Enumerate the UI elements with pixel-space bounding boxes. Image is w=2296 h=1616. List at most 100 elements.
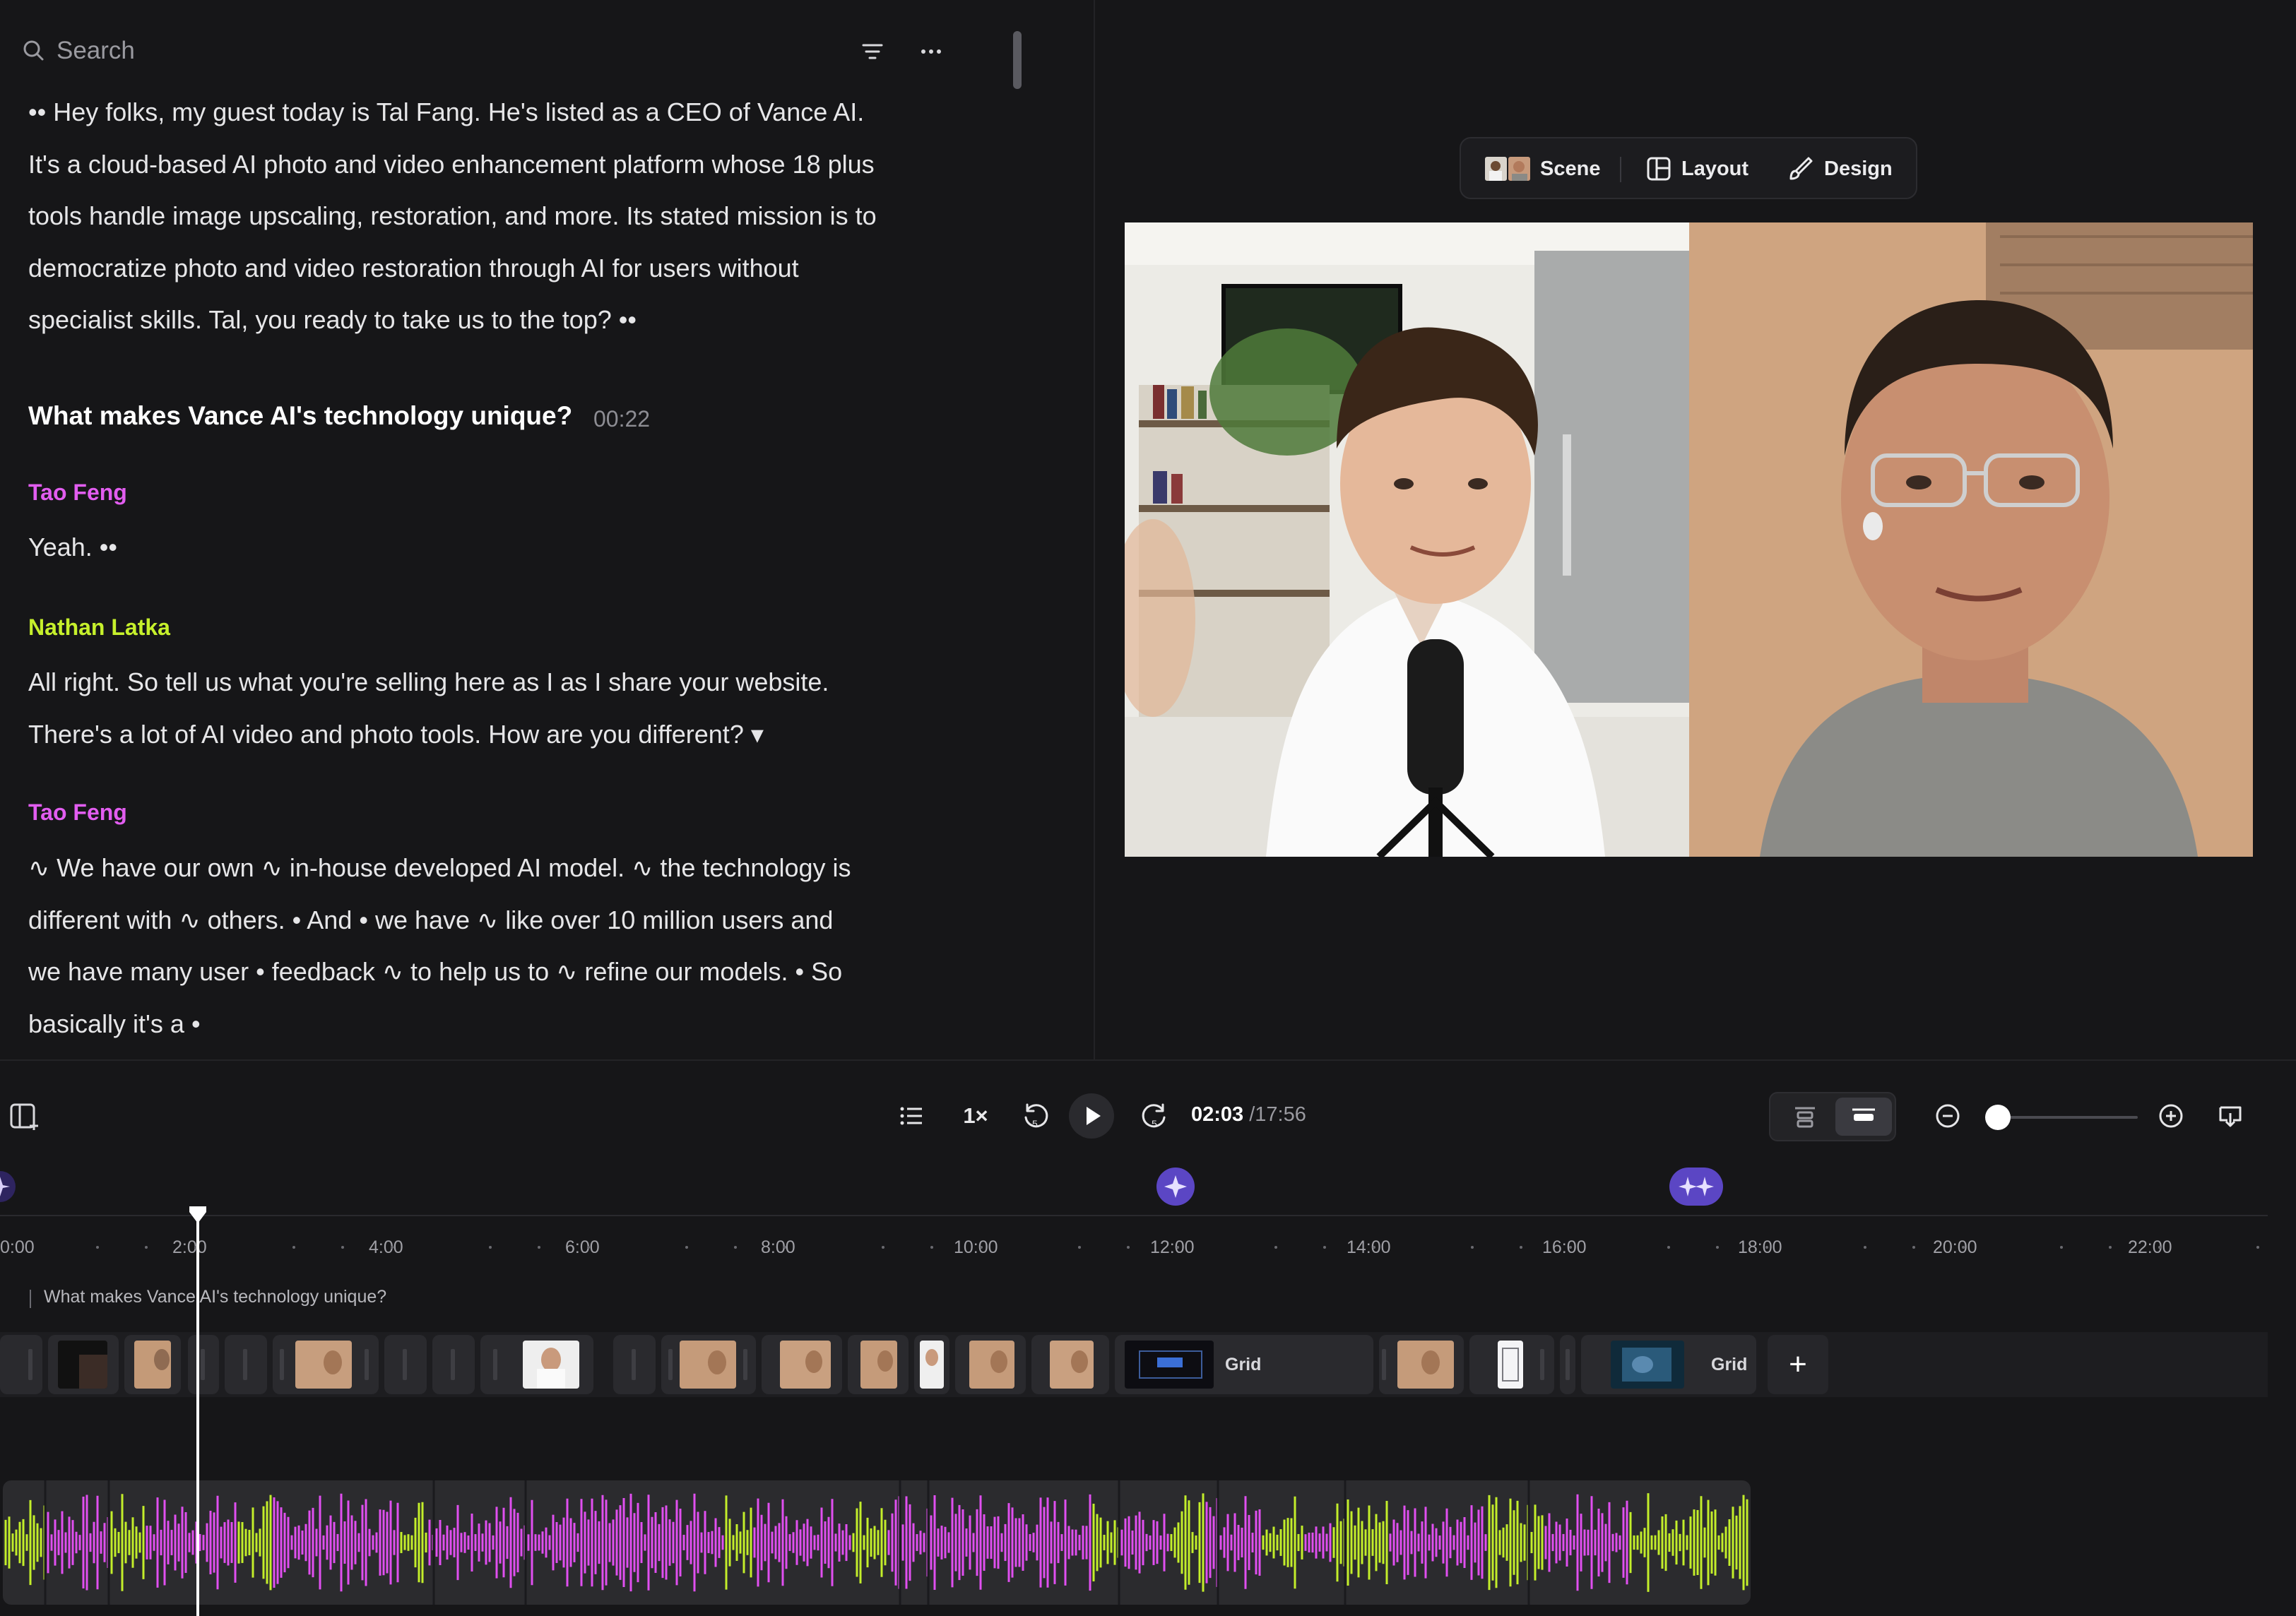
ai-sparkles-icon[interactable] <box>1669 1167 1724 1206</box>
chapters-button[interactable] <box>890 1088 933 1144</box>
video-preview[interactable] <box>1125 222 2253 857</box>
scene-thumbnail-icon <box>1485 157 1530 181</box>
search-icon[interactable] <box>20 37 48 65</box>
ruler-tick <box>1323 1246 1326 1249</box>
ai-sparkle-icon[interactable] <box>0 1167 16 1206</box>
chapter-marker-label[interactable]: What makes Vance AI's technology unique? <box>44 1287 386 1307</box>
filter-icon[interactable] <box>859 38 886 65</box>
audio-waveform-track[interactable] <box>3 1480 1751 1605</box>
grid-clip[interactable]: Grid <box>1581 1335 1756 1394</box>
chapter-heading[interactable]: What makes Vance AI's technology unique? <box>28 401 572 431</box>
toggle-panel-button[interactable] <box>4 1088 44 1144</box>
clip[interactable] <box>1469 1335 1554 1394</box>
ruler-tick <box>930 1246 933 1249</box>
clip[interactable] <box>432 1335 475 1394</box>
clip[interactable] <box>384 1335 427 1394</box>
utterance[interactable]: Yeah. •• <box>28 521 918 574</box>
ruler-label: 12:00 <box>1150 1237 1195 1257</box>
ruler-tick <box>783 1246 786 1249</box>
zoom-slider-handle[interactable] <box>1985 1105 2011 1130</box>
ruler-tick <box>145 1246 148 1249</box>
ruler-label: 14:00 <box>1347 1237 1391 1257</box>
ai-sparkle-icon[interactable] <box>1156 1167 1195 1206</box>
download-screen-icon <box>2219 1106 2242 1127</box>
zoom-out-button[interactable] <box>1923 1088 1972 1144</box>
play-icon <box>1069 1093 1114 1139</box>
clip[interactable] <box>273 1335 379 1394</box>
layout-icon <box>1647 157 1671 181</box>
zoom-slider-track[interactable] <box>1996 1116 2138 1119</box>
design-button[interactable]: Design <box>1787 148 1893 189</box>
compact-view-button[interactable] <box>1835 1098 1892 1136</box>
more-options-icon[interactable] <box>917 38 945 65</box>
ruler-tick <box>1716 1246 1719 1249</box>
playhead[interactable] <box>196 1208 199 1616</box>
time-display: 02:03 /17:56 <box>1191 1103 1306 1127</box>
layout-button[interactable]: Layout <box>1646 148 1748 189</box>
transcript-line: specialist skills. Tal, you ready to tak… <box>28 305 637 334</box>
clip[interactable] <box>914 1335 949 1394</box>
time-ruler[interactable]: 0:00 2:00 4:00 6:00 8:00 10:00 12:00 14:… <box>0 1215 2268 1271</box>
clip[interactable] <box>1379 1335 1464 1394</box>
guest-video-feed <box>1689 222 2253 857</box>
transcript-line: democratize photo and video restoration … <box>28 253 799 283</box>
clip[interactable] <box>613 1335 656 1394</box>
clip[interactable] <box>188 1335 219 1394</box>
ai-markers-row <box>0 1165 2296 1208</box>
chapter-marker-line <box>30 1290 31 1308</box>
ruler-label: 22:00 <box>2128 1237 2172 1257</box>
ruler-tick <box>1176 1246 1179 1249</box>
export-button[interactable] <box>2206 1088 2255 1144</box>
grid-clip[interactable]: Grid <box>1115 1335 1373 1394</box>
scene-button[interactable]: Scene <box>1485 148 1600 189</box>
rewind-seconds: 5 <box>1032 1118 1038 1129</box>
utterance[interactable]: All right. So tell us what you're sellin… <box>28 656 918 760</box>
layout-label: Layout <box>1681 157 1749 180</box>
speed-button[interactable]: 1× <box>951 1088 1000 1144</box>
speaker-label[interactable]: Nathan Latka <box>28 614 170 641</box>
ruler-tick <box>881 1246 884 1249</box>
ruler-label: 0:00 <box>0 1237 35 1257</box>
audio-waveform <box>4 1480 1748 1605</box>
ruler-tick <box>95 1246 99 1249</box>
total-time: /17:56 <box>1249 1103 1306 1126</box>
intro-paragraph[interactable]: •• Hey folks, my guest today is Tal Fang… <box>28 86 918 346</box>
clip[interactable] <box>1560 1335 1575 1394</box>
chapter-timestamp[interactable]: 00:22 <box>593 406 650 432</box>
transcript-line: There's a lot of AI video and photo tool… <box>28 719 764 749</box>
clip[interactable] <box>661 1335 756 1394</box>
clip[interactable] <box>48 1335 119 1394</box>
ruler-label: 6:00 <box>565 1237 600 1257</box>
ruler-tick <box>1961 1246 1965 1249</box>
clip[interactable] <box>762 1335 842 1394</box>
expanded-view-button[interactable] <box>1780 1098 1830 1136</box>
add-clip-button[interactable]: + <box>1768 1335 1828 1394</box>
ruler-tick <box>1667 1246 1670 1249</box>
clip[interactable] <box>480 1335 593 1394</box>
zoom-in-button[interactable] <box>2146 1088 2196 1144</box>
clip[interactable] <box>1031 1335 1109 1394</box>
speaker-label[interactable]: Tao Feng <box>28 800 127 826</box>
utterance[interactable]: ∿ We have our own ∿ in-house developed A… <box>28 842 918 1050</box>
transcript-line: ∿ We have our own ∿ in-house developed A… <box>28 853 851 882</box>
clip[interactable] <box>955 1335 1026 1394</box>
search-input[interactable] <box>57 34 622 68</box>
ruler-tick <box>586 1246 590 1249</box>
clip[interactable] <box>848 1335 909 1394</box>
timeline-divider[interactable] <box>0 1059 2296 1061</box>
speaker-label[interactable]: Tao Feng <box>28 480 127 506</box>
compact-icon <box>1852 1108 1875 1121</box>
ruler-tick <box>538 1246 540 1249</box>
playback-controls: 1× 5 5 <box>0 1088 2296 1144</box>
clip[interactable] <box>225 1335 267 1394</box>
play-button[interactable] <box>1068 1088 1115 1144</box>
transcript-scrollbar[interactable] <box>1013 31 1022 89</box>
rewind-button[interactable]: 5 <box>1014 1088 1057 1144</box>
forward-button[interactable]: 5 <box>1133 1088 1176 1144</box>
transcript-line: basically it's a • <box>28 1009 201 1038</box>
transcript-line: All right. So tell us what you're sellin… <box>28 667 829 696</box>
clip[interactable] <box>124 1335 181 1394</box>
clip[interactable] <box>0 1335 42 1394</box>
ruler-tick <box>1765 1246 1768 1249</box>
transcript-panel: •• Hey folks, my guest today is Tal Fang… <box>0 0 1094 1059</box>
